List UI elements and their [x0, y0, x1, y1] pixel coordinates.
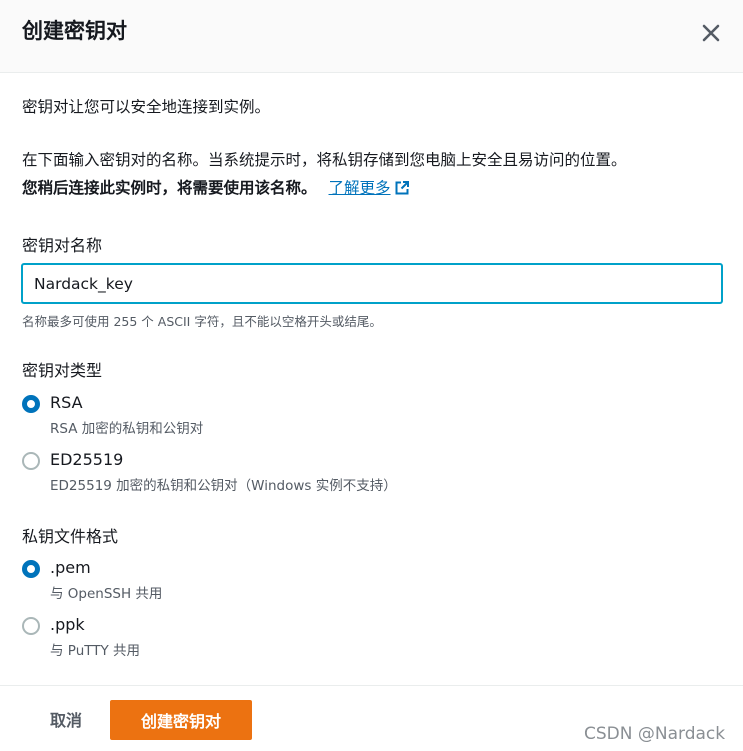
close-button[interactable]	[698, 20, 724, 46]
radio-label-ppk: .ppk	[50, 615, 85, 634]
radio-checked-icon[interactable]	[22, 560, 40, 578]
external-link-icon	[395, 181, 409, 195]
key-name-input[interactable]	[21, 263, 723, 304]
radio-unchecked-icon[interactable]	[22, 452, 40, 470]
instruction-text: 在下面输入密钥对的名称。当系统提示时，将私钥存储到您电脑上安全且易访问的位置。	[22, 151, 627, 169]
intro-text: 密钥对让您可以安全地连接到实例。	[22, 98, 271, 116]
radio-desc-pem: 与 OpenSSH 共用	[50, 586, 163, 602]
radio-desc-ed25519: ED25519 加密的私钥和公钥对（Windows 实例不支持）	[50, 478, 397, 494]
radio-label-rsa: RSA	[50, 393, 83, 412]
radio-desc-rsa: RSA 加密的私钥和公钥对	[50, 421, 204, 437]
file-format-label: 私钥文件格式	[22, 527, 119, 546]
instruction-bold-line: 您稍后连接此实例时，将需要使用该名称。	[22, 179, 317, 197]
create-key-pair-button[interactable]: 创建密钥对	[110, 700, 252, 740]
radio-label-pem: .pem	[50, 558, 91, 577]
close-icon	[702, 24, 720, 42]
learn-more-link[interactable]: 了解更多	[329, 179, 410, 197]
key-name-constraint: 名称最多可使用 255 个 ASCII 字符，且不能以空格开头或结尾。	[22, 314, 382, 329]
radio-option-ed25519[interactable]: ED25519 ED25519 加密的私钥和公钥对（Windows 实例不支持）	[22, 450, 722, 496]
radio-option-rsa[interactable]: RSA RSA 加密的私钥和公钥对	[22, 393, 722, 439]
learn-more-label: 了解更多	[328, 179, 391, 197]
modal-title: 创建密钥对	[22, 19, 127, 43]
radio-desc-ppk: 与 PuTTY 共用	[50, 643, 141, 659]
modal-header: 创建密钥对	[0, 0, 743, 73]
radio-option-pem[interactable]: .pem 与 OpenSSH 共用	[22, 558, 722, 604]
radio-checked-icon[interactable]	[22, 395, 40, 413]
radio-unchecked-icon[interactable]	[22, 617, 40, 635]
modal-footer: 取消 创建密钥对 CSDN @Nardack	[0, 685, 743, 751]
key-name-label: 密钥对名称	[22, 236, 103, 255]
watermark: CSDN @Nardack	[584, 724, 726, 744]
key-type-label: 密钥对类型	[22, 361, 103, 380]
cancel-button[interactable]: 取消	[30, 700, 102, 738]
radio-label-ed25519: ED25519	[50, 450, 124, 469]
radio-option-ppk[interactable]: .ppk 与 PuTTY 共用	[22, 615, 722, 661]
instruction-bold-text: 您稍后连接此实例时，将需要使用该名称。 了解更多	[22, 177, 410, 199]
